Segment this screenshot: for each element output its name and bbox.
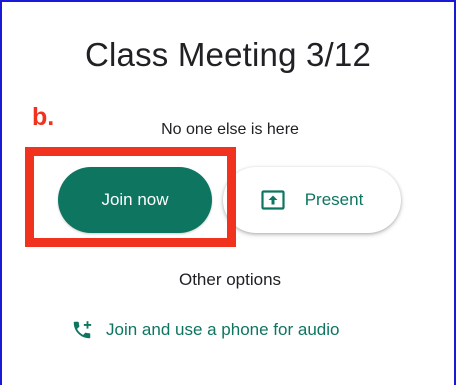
present-label: Present [304, 190, 364, 209]
meeting-status-text: No one else is here [161, 121, 299, 138]
join-phone-audio-link[interactable]: Join and use a phone for audio [71, 318, 339, 342]
join-phone-audio-label: Join and use a phone for audio [106, 320, 340, 339]
present-screen-icon [261, 190, 285, 210]
phone-add-icon [71, 319, 93, 341]
annotation-highlight-box [25, 147, 236, 247]
meeting-title: Class Meeting 3/12 [84, 36, 372, 73]
present-button[interactable]: Present [223, 167, 401, 233]
other-options-heading: Other options [178, 270, 282, 289]
